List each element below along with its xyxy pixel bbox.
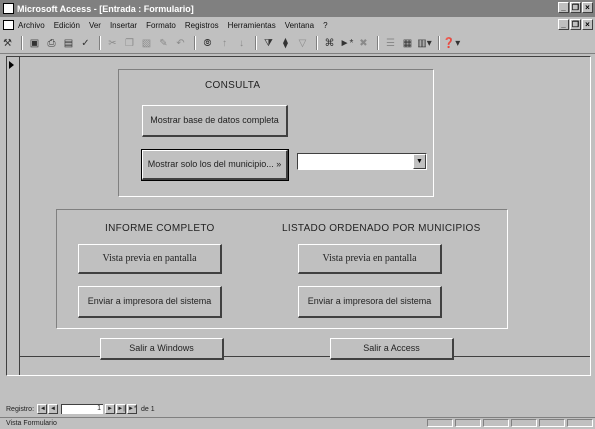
window-title: Microsoft Access - [Entrada : Formulario… bbox=[17, 3, 194, 14]
office-assistant-icon[interactable]: ❓▾ bbox=[443, 36, 460, 51]
spelling-icon[interactable]: ✓ bbox=[78, 36, 93, 51]
access-app-icon[interactable] bbox=[3, 3, 14, 14]
filter-by-selection-icon[interactable]: ⧩ bbox=[261, 36, 276, 51]
paste-icon[interactable]: ▧ bbox=[139, 36, 154, 51]
record-count: de 1 bbox=[141, 405, 155, 413]
menu-ayuda[interactable]: ? bbox=[323, 21, 327, 30]
doc-close-button[interactable]: × bbox=[582, 19, 593, 30]
form-document-icon[interactable] bbox=[3, 20, 14, 30]
copy-icon[interactable]: ❐ bbox=[122, 36, 137, 51]
filter-by-form-icon[interactable]: ⧫ bbox=[278, 36, 293, 51]
doc-restore-button[interactable]: ❐ bbox=[570, 19, 581, 30]
listado-preview-button[interactable]: Vista previa en pantalla bbox=[298, 244, 442, 274]
doc-minimize-button[interactable]: _ bbox=[558, 19, 569, 30]
previous-record-button[interactable]: ◄ bbox=[48, 404, 59, 414]
menu-ventana[interactable]: Ventana bbox=[285, 21, 314, 30]
status-panel bbox=[539, 419, 565, 427]
menu-ver[interactable]: Ver bbox=[89, 21, 101, 30]
new-record-button[interactable]: ►* bbox=[127, 404, 138, 414]
toolbar-separator bbox=[377, 36, 379, 50]
find-icon[interactable]: ⌘ bbox=[322, 36, 337, 51]
dropdown-arrow-icon[interactable]: ▼ bbox=[413, 154, 426, 169]
informe-preview-button[interactable]: Vista previa en pantalla bbox=[78, 244, 222, 274]
toolbar-separator bbox=[21, 36, 23, 50]
exit-access-button[interactable]: Salir a Access bbox=[330, 338, 454, 360]
current-record-field[interactable]: 1 bbox=[61, 404, 104, 414]
print-preview-icon[interactable]: ▤ bbox=[61, 36, 76, 51]
cut-icon[interactable]: ✂ bbox=[105, 36, 120, 51]
status-panel bbox=[567, 419, 593, 427]
close-button[interactable]: × bbox=[582, 2, 593, 13]
toolbar-separator bbox=[316, 36, 318, 50]
menu-insertar[interactable]: Insertar bbox=[110, 21, 137, 30]
sort-ascending-icon[interactable]: ↑ bbox=[217, 36, 232, 51]
show-by-municipality-button[interactable]: Mostrar solo los del municipio... » bbox=[141, 149, 289, 181]
document-window-controls: _ ❐ × bbox=[558, 19, 593, 30]
delete-record-icon[interactable]: ✖ bbox=[356, 36, 371, 51]
show-all-database-button[interactable]: Mostrar base de datos completa bbox=[142, 105, 288, 137]
toolbar-separator bbox=[255, 36, 257, 50]
undo-icon[interactable]: ↶ bbox=[173, 36, 188, 51]
format-painter-icon[interactable]: ✎ bbox=[156, 36, 171, 51]
menu-registros[interactable]: Registros bbox=[185, 21, 219, 30]
menu-bar: Archivo Edición Ver Insertar Formato Reg… bbox=[0, 18, 595, 32]
listado-heading: LISTADO ORDENADO POR MUNICIPIOS bbox=[282, 223, 481, 234]
status-text: Vista Formulario bbox=[6, 420, 57, 427]
menu-edicion[interactable]: Edición bbox=[54, 21, 80, 30]
menu-herramientas[interactable]: Herramientas bbox=[228, 21, 276, 30]
window-controls: _ ❐ × bbox=[558, 2, 593, 13]
last-record-button[interactable]: ►| bbox=[116, 404, 127, 414]
apply-filter-icon[interactable]: ▽ bbox=[295, 36, 310, 51]
status-bar: Vista Formulario bbox=[0, 417, 595, 429]
restore-button[interactable]: ❐ bbox=[570, 2, 581, 13]
insert-hyperlink-icon[interactable]: ⦾ bbox=[200, 36, 215, 51]
new-record-icon[interactable]: ►* bbox=[339, 36, 354, 51]
listado-print-button[interactable]: Enviar a impresora del sistema bbox=[298, 286, 442, 318]
informe-heading: INFORME COMPLETO bbox=[105, 223, 215, 234]
toolbar-separator bbox=[438, 36, 440, 50]
record-navigation-bar: Registro: |◄ ◄ 1 ► ►| ►* de 1 bbox=[6, 403, 155, 415]
status-panel bbox=[483, 419, 509, 427]
minimize-button[interactable]: _ bbox=[558, 2, 569, 13]
toolbar-separator bbox=[194, 36, 196, 50]
next-record-button[interactable]: ► bbox=[105, 404, 116, 414]
menu-archivo[interactable]: Archivo bbox=[18, 21, 45, 30]
status-panel bbox=[511, 419, 537, 427]
menu-formato[interactable]: Formato bbox=[146, 21, 176, 30]
toolbar: ⚒ ▣ ⎙ ▤ ✓ ✂ ❐ ▧ ✎ ↶ ⦾ ↑ ↓ ⧩ ⧫ ▽ ⌘ ►* ✖ ☰… bbox=[0, 33, 595, 54]
properties-icon[interactable]: ☰ bbox=[383, 36, 398, 51]
municipality-combo[interactable]: ▼ bbox=[297, 153, 427, 170]
title-bar: Microsoft Access - [Entrada : Formulario… bbox=[0, 0, 595, 17]
record-selector[interactable] bbox=[7, 57, 20, 375]
status-panels bbox=[427, 419, 593, 427]
toolbar-separator bbox=[99, 36, 101, 50]
exit-windows-button[interactable]: Salir a Windows bbox=[100, 338, 224, 360]
status-panel bbox=[455, 419, 481, 427]
save-icon[interactable]: ▣ bbox=[27, 36, 42, 51]
consulta-heading: CONSULTA bbox=[205, 80, 261, 91]
record-label: Registro: bbox=[6, 405, 35, 413]
print-icon[interactable]: ⎙ bbox=[44, 36, 59, 51]
status-panel bbox=[427, 419, 453, 427]
design-view-icon[interactable]: ⚒ bbox=[0, 36, 15, 51]
sort-descending-icon[interactable]: ↓ bbox=[234, 36, 249, 51]
informe-print-button[interactable]: Enviar a impresora del sistema bbox=[78, 286, 222, 318]
database-window-icon[interactable]: ▦ bbox=[400, 36, 415, 51]
new-object-icon[interactable]: ▥▾ bbox=[417, 36, 432, 51]
first-record-button[interactable]: |◄ bbox=[37, 404, 48, 414]
